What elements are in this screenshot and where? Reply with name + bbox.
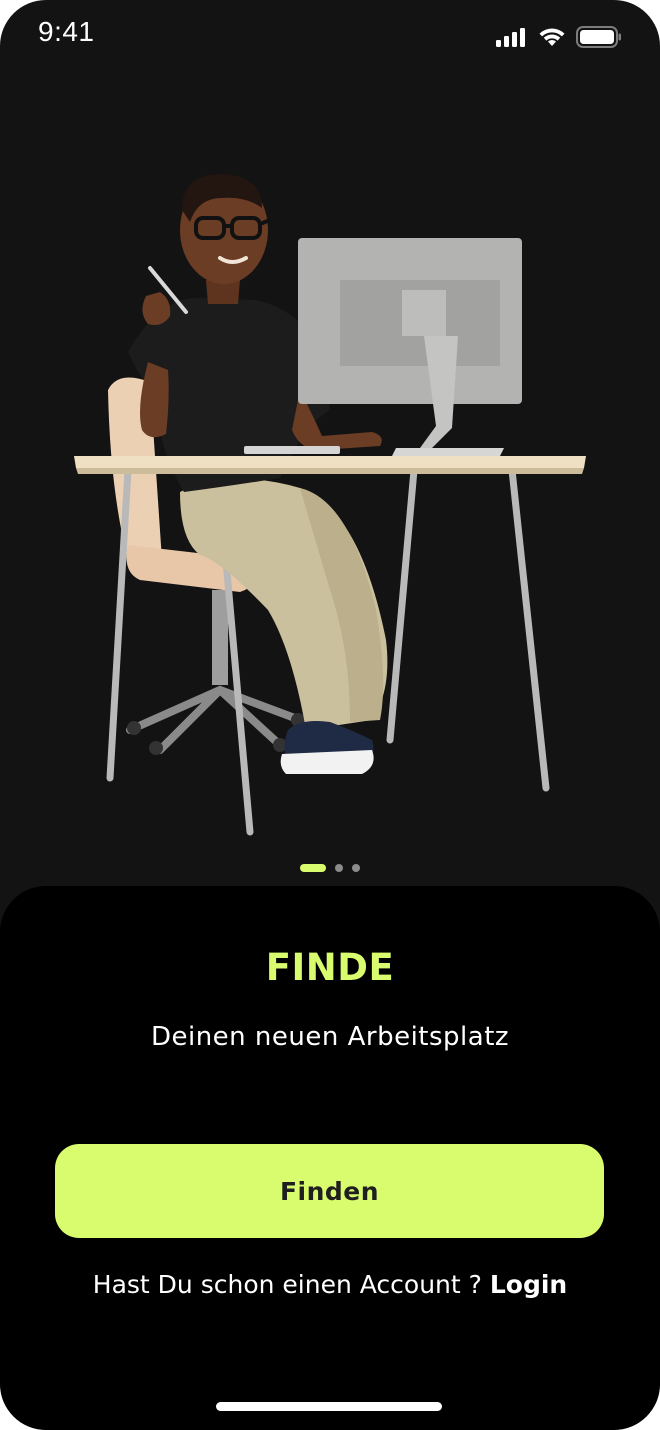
status-icons	[496, 26, 622, 48]
phone-screen: 9:41 FINDE Deinen neuen Arbeitsplatz Fin…	[0, 0, 660, 1430]
page-indicator	[0, 864, 660, 872]
battery-icon	[576, 26, 622, 48]
finden-button[interactable]: Finden	[55, 1144, 604, 1238]
person-at-desk-illustration	[74, 174, 586, 836]
hero-illustration	[0, 90, 660, 850]
page-dot[interactable]	[352, 864, 360, 872]
onboarding-subtitle: Deinen neuen Arbeitsplatz	[150, 1022, 510, 1052]
home-indicator[interactable]	[216, 1402, 442, 1411]
status-time: 9:41	[38, 16, 95, 47]
onboarding-title: FINDE	[265, 946, 395, 989]
wifi-icon	[538, 27, 566, 47]
cellular-signal-icon	[496, 27, 528, 47]
page-dot-active[interactable]	[300, 864, 326, 872]
login-link[interactable]: Login	[490, 1270, 567, 1299]
login-prompt-text: Hast Du schon einen Account ?	[92, 1270, 482, 1299]
onboarding-sheet: FINDE Deinen neuen Arbeitsplatz Finden H…	[0, 886, 660, 1430]
status-bar: 9:41	[0, 0, 660, 72]
login-prompt-row: Hast Du schon einen Account ? Login	[0, 1270, 660, 1299]
page-dot[interactable]	[335, 864, 343, 872]
